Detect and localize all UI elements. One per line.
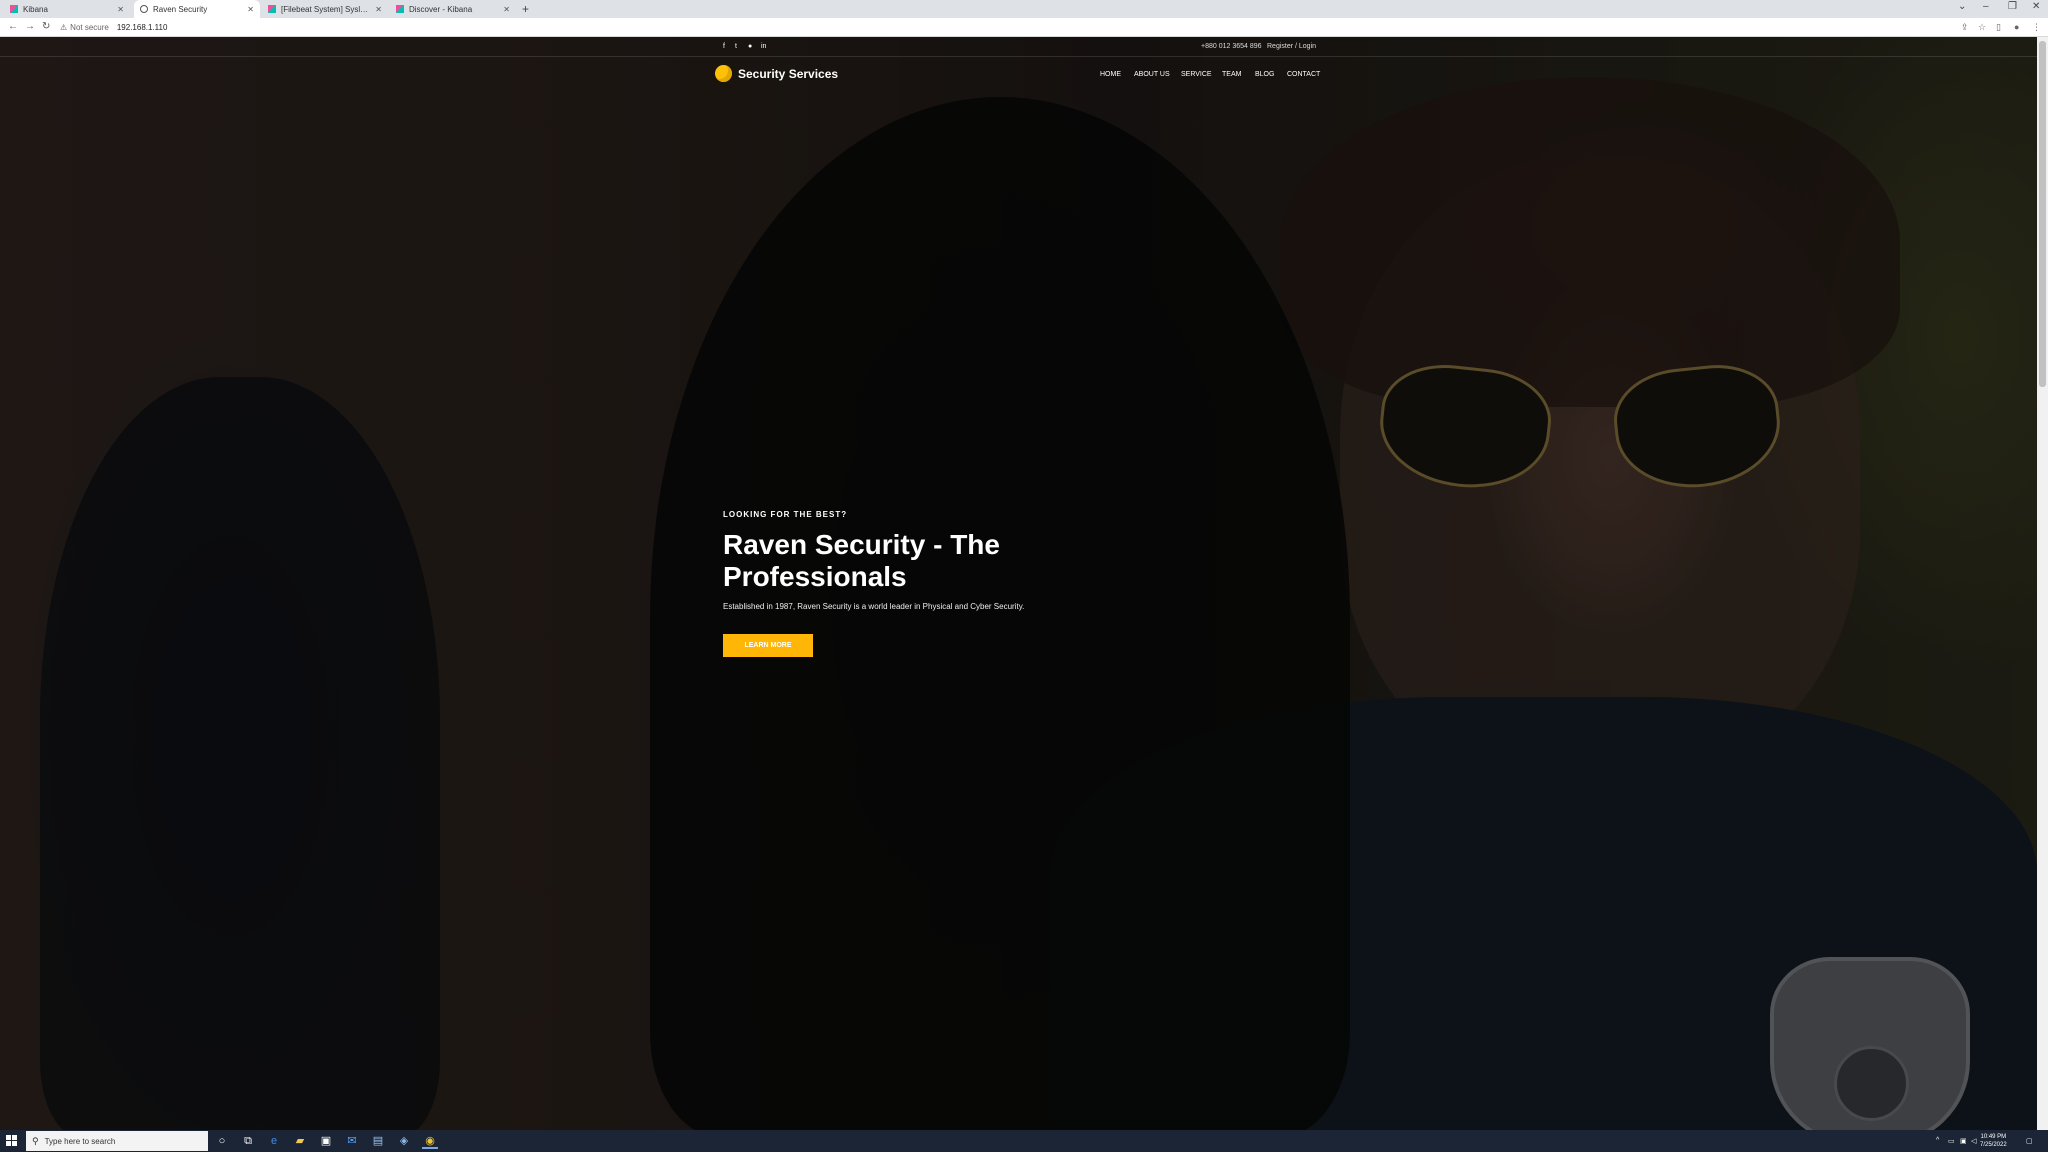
chevron-up-icon[interactable]: ^: [1936, 1137, 1939, 1144]
facebook-icon[interactable]: f: [723, 43, 725, 50]
volume-icon[interactable]: ◁: [1971, 1137, 1976, 1145]
browser-tab-strip: Kibana ✕ Raven Security ✕ [Filebeat Syst…: [0, 0, 2048, 18]
url-text[interactable]: 192.168.1.110: [117, 23, 168, 32]
browser-tab-syslog-dashboard[interactable]: [Filebeat System] Syslog dashboard ✕: [262, 0, 388, 18]
nav-team[interactable]: TEAM: [1222, 71, 1241, 78]
store-icon[interactable]: ▣: [318, 1133, 334, 1149]
address-bar[interactable]: ⚠ Not secure 192.168.1.110: [60, 20, 1960, 35]
search-placeholder[interactable]: Type here to search: [45, 1137, 116, 1146]
hero-headline: Raven Security - The Professionals: [723, 529, 1000, 592]
twitter-icon[interactable]: t: [735, 43, 737, 50]
browser-tab-discover[interactable]: Discover - Kibana ✕: [390, 0, 516, 18]
system-clock[interactable]: 10:49 PM 7/25/2022: [1980, 1133, 2007, 1149]
scrollbar-thumb[interactable]: [2039, 41, 2046, 387]
side-panel-icon[interactable]: ▯: [1996, 22, 2001, 33]
windows-taskbar: ⚲ Type here to search ○ ⧉ e ▰ ▣ ✉ ▤ ◈ ◉ …: [0, 1130, 2048, 1152]
mail-icon[interactable]: ✉: [344, 1133, 360, 1149]
site-logo[interactable]: Security Services: [715, 65, 838, 82]
search-icon: ⚲: [32, 1135, 39, 1146]
logo-icon: [715, 65, 732, 82]
profile-icon[interactable]: ●: [2014, 22, 2019, 32]
file-explorer-icon[interactable]: ▰: [292, 1133, 308, 1149]
site-top-bar: f t ● in +880 012 3654 896 Register / Lo…: [0, 37, 2037, 57]
kibana-icon: [396, 5, 404, 13]
warning-icon[interactable]: ⚠: [60, 23, 67, 32]
minimize-button[interactable]: –: [1983, 1, 1989, 12]
close-window-button[interactable]: ✕: [2032, 1, 2040, 12]
nav-contact[interactable]: CONTACT: [1287, 71, 1320, 78]
browser-toolbar: ← → ↻ ⚠ Not secure 192.168.1.110 ⇪ ☆ ▯ ●…: [0, 18, 2048, 37]
brand-name: Security Services: [738, 66, 839, 81]
edge-icon[interactable]: e: [266, 1133, 282, 1149]
hero-eyebrow: LOOKING FOR THE BEST?: [723, 510, 848, 519]
new-tab-button[interactable]: +: [522, 2, 529, 16]
close-icon[interactable]: ✕: [503, 5, 510, 14]
nav-about-us[interactable]: ABOUT US: [1134, 71, 1170, 78]
tab-title: Raven Security: [153, 4, 208, 14]
nav-blog[interactable]: BLOG: [1255, 71, 1274, 78]
close-icon[interactable]: ✕: [117, 5, 124, 14]
page-viewport: f t ● in +880 012 3654 896 Register / Lo…: [0, 37, 2037, 1130]
taskbar-search-input[interactable]: ⚲ Type here to search: [26, 1131, 208, 1151]
globe-icon: [140, 5, 148, 13]
learn-more-button[interactable]: LEARN MORE: [723, 634, 813, 657]
page-scrollbar[interactable]: [2037, 37, 2048, 1130]
tab-title: [Filebeat System] Syslog dashboard: [281, 4, 371, 14]
nav-home[interactable]: HOME: [1100, 71, 1121, 78]
close-icon[interactable]: ✕: [375, 5, 382, 14]
bookmark-star-icon[interactable]: ☆: [1978, 22, 1986, 33]
share-icon[interactable]: ⇪: [1961, 22, 1969, 33]
menu-icon[interactable]: ⋮: [2032, 22, 2041, 33]
clock-date: 7/25/2022: [1980, 1142, 2007, 1148]
back-icon[interactable]: ←: [8, 21, 18, 32]
restore-button[interactable]: ❐: [2008, 1, 2017, 12]
monitor-icon[interactable]: ▣: [1960, 1137, 1967, 1145]
hero-description: Established in 1987, Raven Security is a…: [723, 602, 1025, 611]
phone-number: +880 012 3654 896: [1201, 43, 1262, 50]
register-login-link[interactable]: Register / Login: [1267, 43, 1316, 50]
pinterest-icon[interactable]: ●: [748, 43, 752, 50]
kibana-icon: [268, 5, 276, 13]
linkedin-icon[interactable]: in: [761, 43, 766, 50]
chrome-icon[interactable]: ◉: [422, 1133, 438, 1149]
nav-service[interactable]: SERVICE: [1181, 71, 1212, 78]
network-icon[interactable]: ▭: [1948, 1137, 1955, 1145]
server-manager-icon[interactable]: ▤: [370, 1133, 386, 1149]
reload-icon[interactable]: ↻: [42, 21, 50, 32]
tab-title: Kibana: [23, 4, 48, 14]
clock-time: 10:49 PM: [1980, 1134, 2007, 1140]
close-icon[interactable]: ✕: [247, 5, 254, 14]
browser-tab-kibana[interactable]: Kibana ✕: [4, 0, 130, 18]
forward-icon[interactable]: →: [25, 21, 35, 32]
security-label[interactable]: Not secure: [70, 23, 109, 32]
browser-tab-raven-security[interactable]: Raven Security ✕: [134, 0, 260, 18]
app-icon[interactable]: ◈: [396, 1133, 412, 1149]
kibana-icon: [10, 5, 18, 13]
tab-title: Discover - Kibana: [409, 4, 473, 14]
cortana-icon[interactable]: ○: [214, 1133, 230, 1149]
notification-icon[interactable]: ▢: [2026, 1137, 2033, 1145]
tab-search-icon[interactable]: ⌄: [1958, 1, 1966, 12]
windows-start-icon[interactable]: [6, 1135, 18, 1147]
task-view-icon[interactable]: ⧉: [240, 1133, 256, 1149]
